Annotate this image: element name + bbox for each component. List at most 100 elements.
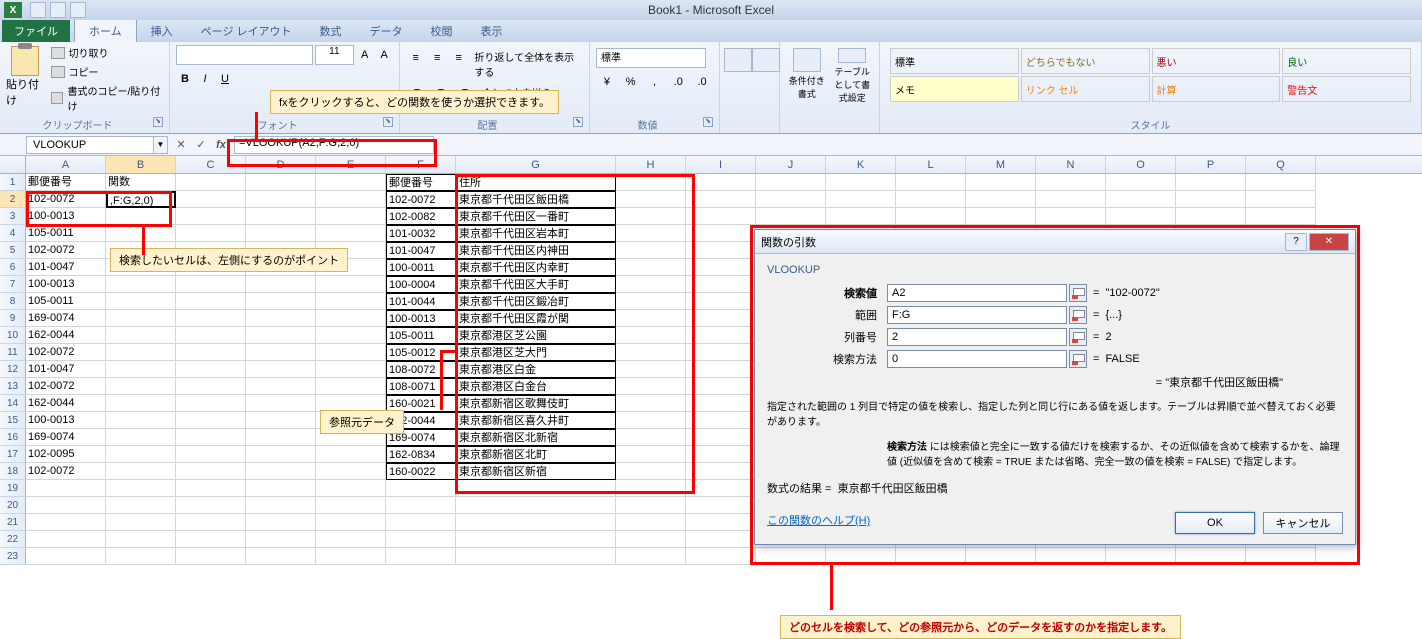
cell-G9[interactable]: 東京都千代田区霞が関	[456, 310, 616, 327]
cell-O3[interactable]	[1106, 208, 1176, 225]
cell-L3[interactable]	[896, 208, 966, 225]
cell-A18[interactable]: 102-0072	[26, 463, 106, 480]
cell-D2[interactable]	[246, 191, 316, 208]
row-header-4[interactable]: 4	[0, 225, 26, 242]
row-header-2[interactable]: 2	[0, 191, 26, 208]
cell-F13[interactable]: 108-0071	[386, 378, 456, 395]
cell-A16[interactable]: 169-0074	[26, 429, 106, 446]
col-header-I[interactable]: I	[686, 156, 756, 173]
cell-F4[interactable]: 101-0032	[386, 225, 456, 242]
cell-A20[interactable]	[26, 497, 106, 514]
cell-O1[interactable]	[1106, 174, 1176, 191]
cell-C21[interactable]	[176, 514, 246, 531]
cell-H1[interactable]	[616, 174, 686, 191]
cell-B12[interactable]	[106, 361, 176, 378]
cell-F19[interactable]	[386, 480, 456, 497]
cell-E19[interactable]	[316, 480, 386, 497]
cell-C20[interactable]	[176, 497, 246, 514]
cell-B13[interactable]	[106, 378, 176, 395]
cell-N1[interactable]	[1036, 174, 1106, 191]
dialog-cancel-button[interactable]: キャンセル	[1263, 512, 1343, 534]
cell-G5[interactable]: 東京都千代田区内神田	[456, 242, 616, 259]
qat-undo-icon[interactable]	[50, 2, 66, 18]
cell-E18[interactable]	[316, 463, 386, 480]
cell-C9[interactable]	[176, 310, 246, 327]
cell-E20[interactable]	[316, 497, 386, 514]
style-bad[interactable]: 悪い	[1152, 48, 1281, 74]
cell-L23[interactable]	[896, 548, 966, 565]
cell-M2[interactable]	[966, 191, 1036, 208]
cell-G23[interactable]	[456, 548, 616, 565]
cell-D14[interactable]	[246, 395, 316, 412]
cell-A11[interactable]: 102-0072	[26, 344, 106, 361]
row-header-6[interactable]: 6	[0, 259, 26, 276]
cell-B15[interactable]	[106, 412, 176, 429]
col-header-P[interactable]: P	[1176, 156, 1246, 173]
cell-G8[interactable]: 東京都千代田区鍛冶町	[456, 293, 616, 310]
cell-E3[interactable]	[316, 208, 386, 225]
cell-I15[interactable]	[686, 412, 756, 429]
cell-H5[interactable]	[616, 242, 686, 259]
cell-A10[interactable]: 162-0044	[26, 327, 106, 344]
cell-D8[interactable]	[246, 293, 316, 310]
dialog-help-link[interactable]: この関数のヘルプ(H)	[767, 512, 870, 528]
cell-H10[interactable]	[616, 327, 686, 344]
cell-G1[interactable]: 住所	[456, 174, 616, 191]
cell-D4[interactable]	[246, 225, 316, 242]
italic-button[interactable]: I	[196, 69, 214, 89]
align-middle-icon[interactable]: ≡	[427, 48, 446, 68]
cell-A23[interactable]	[26, 548, 106, 565]
cell-B23[interactable]	[106, 548, 176, 565]
cell-F10[interactable]: 105-0011	[386, 327, 456, 344]
cell-F21[interactable]	[386, 514, 456, 531]
cell-J1[interactable]	[756, 174, 826, 191]
cell-E7[interactable]	[316, 276, 386, 293]
cell-P3[interactable]	[1176, 208, 1246, 225]
cell-H11[interactable]	[616, 344, 686, 361]
cell-H19[interactable]	[616, 480, 686, 497]
cell-F9[interactable]: 100-0013	[386, 310, 456, 327]
cell-H9[interactable]	[616, 310, 686, 327]
cell-F23[interactable]	[386, 548, 456, 565]
cell-I5[interactable]	[686, 242, 756, 259]
cell-H8[interactable]	[616, 293, 686, 310]
row-header-18[interactable]: 18	[0, 463, 26, 480]
row-header-17[interactable]: 17	[0, 446, 26, 463]
cell-I1[interactable]	[686, 174, 756, 191]
cell-G13[interactable]: 東京都港区白金台	[456, 378, 616, 395]
cell-A21[interactable]	[26, 514, 106, 531]
cell-F20[interactable]	[386, 497, 456, 514]
decrease-font-icon[interactable]: A	[375, 45, 393, 65]
cell-D1[interactable]	[246, 174, 316, 191]
cell-C13[interactable]	[176, 378, 246, 395]
cell-B1[interactable]: 関数	[106, 174, 176, 191]
tab-review[interactable]: 校閲	[417, 20, 467, 42]
cell-F12[interactable]: 108-0072	[386, 361, 456, 378]
cell-I8[interactable]	[686, 293, 756, 310]
cell-G7[interactable]: 東京都千代田区大手町	[456, 276, 616, 293]
cell-N3[interactable]	[1036, 208, 1106, 225]
cell-E22[interactable]	[316, 531, 386, 548]
cell-F6[interactable]: 100-0011	[386, 259, 456, 276]
cell-E17[interactable]	[316, 446, 386, 463]
cell-G2[interactable]: 東京都千代田区飯田橋	[456, 191, 616, 208]
tab-data[interactable]: データ	[356, 20, 417, 42]
font-family-select[interactable]	[176, 45, 313, 65]
tab-insert[interactable]: 挿入	[137, 20, 187, 42]
cell-F3[interactable]: 102-0082	[386, 208, 456, 225]
cell-C12[interactable]	[176, 361, 246, 378]
dlg-range-select-2[interactable]	[1069, 328, 1087, 346]
format-painter-button[interactable]: 書式のコピー/貼り付け	[49, 82, 163, 114]
col-header-G[interactable]: G	[456, 156, 616, 173]
dlg-arg-input-3[interactable]	[887, 350, 1067, 368]
cell-F22[interactable]	[386, 531, 456, 548]
row-header-12[interactable]: 12	[0, 361, 26, 378]
font-size-select[interactable]: 11	[315, 45, 354, 65]
row-header-10[interactable]: 10	[0, 327, 26, 344]
cell-B3[interactable]	[106, 208, 176, 225]
cell-G6[interactable]: 東京都千代田区内幸町	[456, 259, 616, 276]
cell-D23[interactable]	[246, 548, 316, 565]
cell-A19[interactable]	[26, 480, 106, 497]
bold-button[interactable]: B	[176, 69, 194, 89]
row-header-14[interactable]: 14	[0, 395, 26, 412]
